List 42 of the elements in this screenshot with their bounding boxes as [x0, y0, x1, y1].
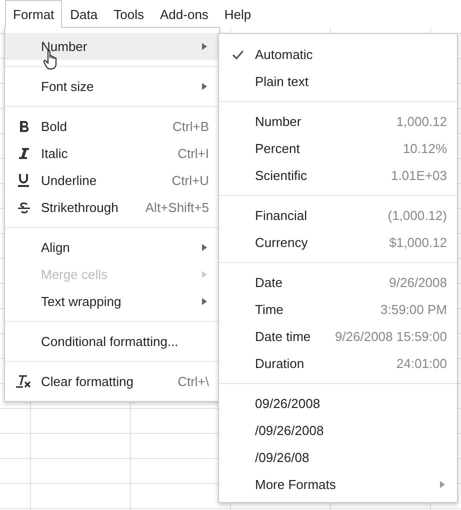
menu-item[interactable]: Conditional formatting...	[5, 328, 219, 355]
menu-item[interactable]: Font size	[5, 73, 219, 100]
menu-item[interactable]: Financial (1,000.12)	[219, 202, 457, 229]
clear-formatting-icon	[16, 375, 31, 388]
submenu-arrow-icon	[202, 43, 207, 50]
menu-item[interactable]: Duration 24:01:00	[219, 350, 457, 377]
menu-item[interactable]: /09/26/08	[219, 444, 457, 471]
strikethrough-icon	[18, 202, 30, 214]
underline-icon	[18, 174, 29, 187]
menu-item[interactable]: Date 9/26/2008	[219, 269, 457, 296]
menu-item[interactable]: Percent 10.12%	[219, 135, 457, 162]
menu-item[interactable]: Plain text	[219, 68, 457, 95]
menu-bar-item[interactable]: Add-ons	[152, 0, 216, 28]
menu-item[interactable]: /09/26/2008	[219, 417, 457, 444]
italic-icon	[18, 148, 28, 159]
menu-item[interactable]: More Formats	[219, 471, 457, 498]
submenu-arrow-icon	[202, 244, 207, 251]
menu-item[interactable]: Italic Ctrl+I	[5, 140, 219, 167]
menu-item[interactable]: 09/26/2008	[219, 390, 457, 417]
submenu-arrow-icon	[202, 298, 207, 305]
menu-item[interactable]: Underline Ctrl+U	[5, 167, 219, 194]
menu-item[interactable]: Time 3:59:00 PM	[219, 296, 457, 323]
menu-item[interactable]: Date time 9/26/2008 15:59:00	[219, 323, 457, 350]
bold-icon	[18, 121, 28, 132]
menu-bar-item[interactable]: Help	[216, 0, 260, 28]
hand-cursor-icon	[43, 50, 59, 70]
submenu-arrow-icon	[440, 481, 445, 488]
menu-bar-item[interactable]: Format	[5, 0, 62, 28]
menu-item[interactable]: Number 1,000.12	[219, 108, 457, 135]
menu-bar-item[interactable]: Data	[62, 0, 106, 28]
menu-item[interactable]: Currency $1,000.12	[219, 229, 457, 256]
menu-item[interactable]: Text wrapping	[5, 288, 219, 315]
menu-item[interactable]: Strikethrough Alt+Shift+5	[5, 194, 219, 221]
menu-item[interactable]: Scientific 1.01E+03	[219, 162, 457, 189]
submenu-arrow-icon	[202, 271, 207, 278]
menu-item[interactable]: Align	[5, 234, 219, 261]
menu-item[interactable]: Number	[5, 33, 219, 60]
menu-bar-item[interactable]: Tools	[106, 0, 152, 28]
menu-item[interactable]: Automatic	[219, 41, 457, 68]
submenu-arrow-icon	[202, 83, 207, 90]
menu-item[interactable]: Bold Ctrl+B	[5, 113, 219, 140]
menu-item[interactable]: Clear formatting Ctrl+\	[5, 368, 219, 395]
